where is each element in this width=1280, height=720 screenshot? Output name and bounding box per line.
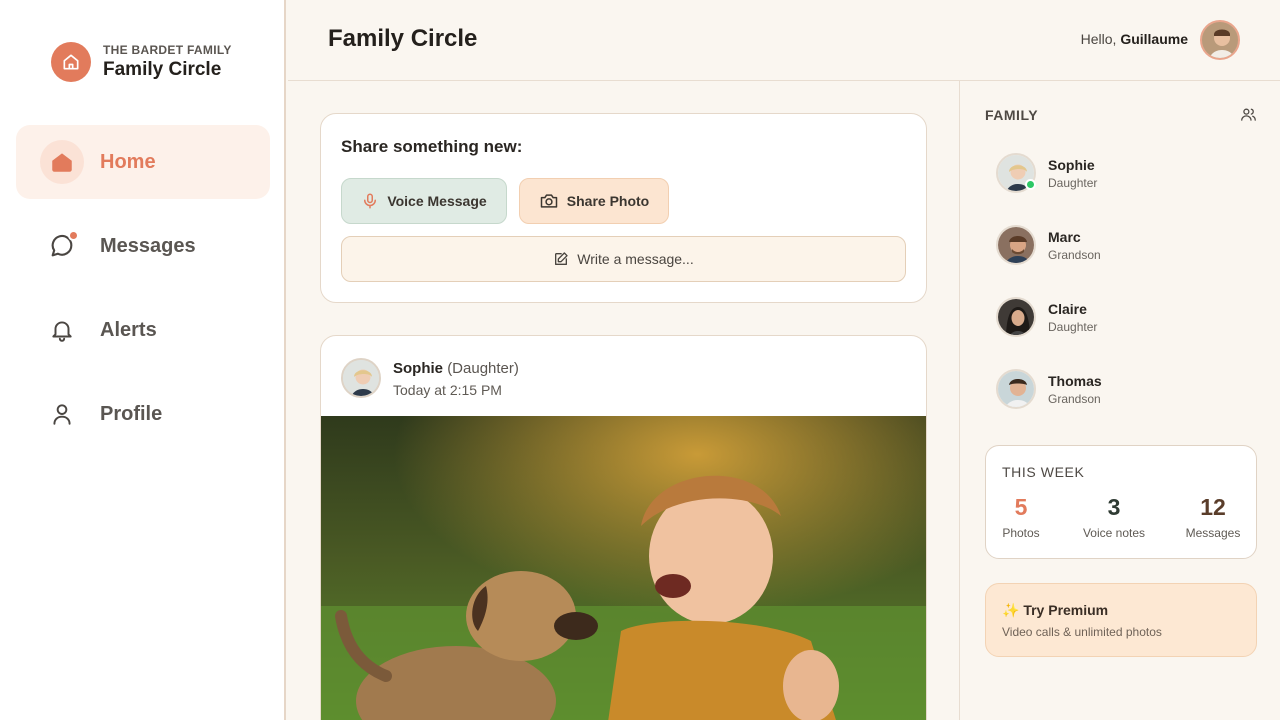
- bell-icon: [40, 308, 84, 352]
- notification-dot: [68, 230, 79, 241]
- family-member-sophie[interactable]: Sophie Daughter: [996, 151, 1256, 195]
- stat-label: Voice notes: [1082, 526, 1146, 540]
- member-role: Daughter: [1048, 175, 1098, 190]
- write-message-input[interactable]: Write a message...: [341, 236, 906, 282]
- stat-value: 3: [1107, 494, 1121, 520]
- nav-item-profile[interactable]: Profile: [16, 377, 270, 451]
- greeting-user-name: Guillaume: [1120, 31, 1188, 47]
- stat-photos: 5 Photos: [1002, 494, 1040, 540]
- camera-icon: [540, 194, 558, 208]
- try-premium-card[interactable]: ✨ Try Premium Video calls & unlimited ph…: [985, 583, 1257, 657]
- nav-label: Messages: [100, 234, 196, 257]
- online-status-indicator: [1025, 179, 1036, 190]
- nav-label: Home: [100, 150, 156, 173]
- member-name: Claire: [1048, 300, 1087, 317]
- avatar: [996, 297, 1036, 337]
- stat-value: 12: [1200, 494, 1226, 520]
- stat-label: Messages: [1185, 526, 1241, 540]
- nav-item-alerts[interactable]: Alerts: [16, 293, 270, 367]
- stat-messages: 12 Messages: [1184, 494, 1242, 540]
- member-role: Daughter: [1048, 319, 1098, 334]
- home-icon: [40, 140, 84, 184]
- share-photo-label: Share Photo: [566, 193, 650, 209]
- post-author-role: (Daughter): [447, 360, 519, 377]
- brand-app-name: Family Circle: [103, 59, 222, 80]
- premium-subtitle: Video calls & unlimited photos: [1002, 625, 1162, 639]
- this-week-title: THIS WEEK: [1002, 464, 1085, 480]
- feed-post: Sophie (Daughter) Today at 2:15 PM: [320, 335, 927, 720]
- microphone-icon: [364, 193, 377, 209]
- brand[interactable]: THE BARDET FAMILY Family Circle: [51, 42, 232, 82]
- voice-message-label: Voice Message: [387, 193, 487, 209]
- edit-icon: [555, 252, 568, 265]
- brand-family-name: THE BARDET FAMILY: [103, 43, 232, 57]
- post-timestamp: Today at 2:15 PM: [393, 382, 502, 398]
- sidebar: THE BARDET FAMILY Family Circle Home Mes…: [0, 0, 286, 720]
- family-panel: FAMILY Sophie Daughter Marc Grandson Cla…: [959, 81, 1280, 720]
- greeting: Hello, Guillaume: [1081, 31, 1188, 47]
- nav-label: Alerts: [100, 318, 157, 341]
- person-icon: [40, 392, 84, 436]
- post-author-name: Sophie: [393, 360, 444, 377]
- member-name: Marc: [1048, 228, 1081, 245]
- share-composer: Share something new: Voice Message Share…: [320, 113, 927, 303]
- family-member-claire[interactable]: Claire Daughter: [996, 295, 1256, 339]
- post-author: Sophie (Daughter): [393, 360, 519, 377]
- main-nav: Home Messages Alerts Profile: [16, 125, 270, 461]
- stat-value: 5: [1014, 494, 1028, 520]
- nav-item-messages[interactable]: Messages: [16, 209, 270, 283]
- post-author-avatar[interactable]: [341, 358, 381, 398]
- member-role: Grandson: [1048, 247, 1101, 262]
- chat-bubble-icon: [40, 224, 84, 268]
- family-member-marc[interactable]: Marc Grandson: [996, 223, 1256, 267]
- share-photo-button[interactable]: Share Photo: [519, 178, 669, 224]
- composer-title: Share something new:: [341, 137, 523, 156]
- post-photo[interactable]: [321, 416, 926, 720]
- write-message-label: Write a message...: [577, 251, 694, 267]
- member-name: Sophie: [1048, 156, 1095, 173]
- users-icon[interactable]: [1240, 106, 1257, 128]
- premium-title: ✨ Try Premium: [1002, 602, 1109, 618]
- member-role: Grandson: [1048, 391, 1101, 406]
- member-name: Thomas: [1048, 372, 1102, 389]
- home-icon: [51, 42, 91, 82]
- page-title: Family Circle: [328, 25, 478, 52]
- nav-item-home[interactable]: Home: [16, 125, 270, 199]
- family-section-title: FAMILY: [985, 107, 1039, 123]
- user-avatar[interactable]: [1200, 20, 1240, 60]
- family-member-thomas[interactable]: Thomas Grandson: [996, 367, 1256, 411]
- avatar: [996, 225, 1036, 265]
- this-week-card: THIS WEEK 5 Photos 3 Voice notes 12 Mess…: [985, 445, 1257, 559]
- stat-label: Photos: [1002, 526, 1040, 540]
- stat-voice-notes: 3 Voice notes: [1080, 494, 1148, 540]
- avatar: [996, 369, 1036, 409]
- greeting-prefix: Hello,: [1080, 31, 1121, 47]
- voice-message-button[interactable]: Voice Message: [341, 178, 507, 224]
- top-header: Family Circle Hello, Guillaume: [288, 0, 1280, 81]
- nav-label: Profile: [100, 402, 163, 425]
